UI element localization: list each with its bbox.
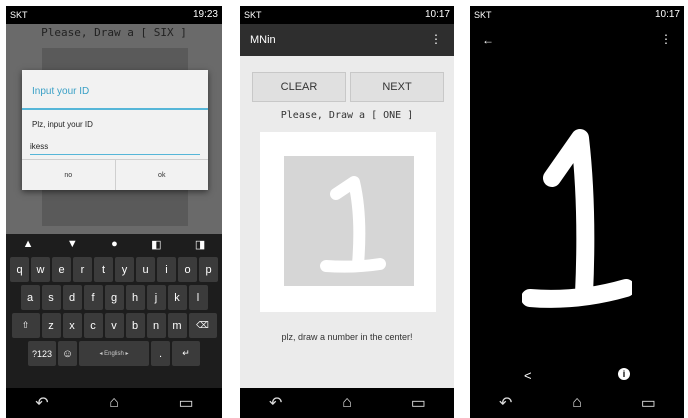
soft-keyboard: ▲ ▼ ● ◧ ◨ q w e r t y u i o p a s d f g … bbox=[6, 234, 222, 388]
dialog-message: Plz, input your ID bbox=[32, 120, 93, 129]
id-dialog: Input your ID Plz, input your ID no ok bbox=[22, 70, 208, 190]
phone-screen-input-id: SKT 19:23 Please, Draw a [ SIX ] Input y… bbox=[6, 6, 222, 418]
key[interactable]: g bbox=[104, 285, 124, 310]
keyboard-row-3: ⇧ z x c v b n m ⌫ bbox=[6, 313, 222, 338]
backspace-key-icon[interactable]: ⌫ bbox=[188, 313, 217, 338]
system-nav-bar: ↶ ⌂ ▭ bbox=[470, 388, 684, 418]
cursor-right-icon[interactable]: ◨ bbox=[195, 238, 205, 251]
keyboard-row-1: q w e r t y u i o p bbox=[6, 257, 222, 282]
overflow-menu-icon[interactable]: ⋮ bbox=[430, 32, 442, 46]
status-bar: SKT 19:23 bbox=[6, 6, 222, 24]
arrow-left-icon[interactable]: ← bbox=[482, 33, 494, 47]
cursor-left-icon[interactable]: ◧ bbox=[151, 238, 161, 251]
key[interactable]: w bbox=[31, 257, 50, 282]
drawing-canvas[interactable] bbox=[284, 156, 414, 286]
key[interactable]: p bbox=[199, 257, 218, 282]
center-hint: plz, draw a number in the center! bbox=[281, 332, 413, 342]
period-key[interactable]: . bbox=[151, 341, 170, 366]
carrier-label: SKT bbox=[10, 10, 28, 20]
cursor-down-icon[interactable]: ▼ bbox=[67, 238, 78, 250]
draw-prompt: Please, Draw a [ ONE ] bbox=[280, 110, 414, 121]
nav-back-icon[interactable]: ↶ bbox=[27, 393, 57, 413]
key[interactable]: v bbox=[104, 313, 124, 338]
cursor-up-icon[interactable]: ▲ bbox=[23, 238, 34, 250]
nav-back-icon[interactable]: ↶ bbox=[491, 393, 521, 413]
nav-recents-icon[interactable]: ▭ bbox=[171, 393, 201, 413]
key[interactable]: k bbox=[167, 285, 187, 310]
key[interactable]: h bbox=[125, 285, 145, 310]
dot-icon[interactable]: ● bbox=[111, 238, 118, 250]
clock: 10:17 bbox=[424, 9, 450, 20]
clear-button[interactable]: CLEAR bbox=[252, 72, 346, 102]
carrier-label: SKT bbox=[244, 10, 262, 20]
id-input[interactable] bbox=[30, 138, 200, 155]
nav-home-icon[interactable]: ⌂ bbox=[562, 394, 592, 412]
key[interactable]: j bbox=[146, 285, 166, 310]
app-bar: ← ⋮ bbox=[470, 24, 684, 56]
nav-back-icon[interactable]: ↶ bbox=[261, 393, 291, 413]
key[interactable]: o bbox=[178, 257, 197, 282]
share-icon[interactable]: < bbox=[524, 368, 532, 383]
nav-recents-icon[interactable]: ▭ bbox=[633, 393, 663, 413]
key[interactable]: t bbox=[94, 257, 113, 282]
key[interactable]: d bbox=[62, 285, 82, 310]
keyboard-row-4: ?123 ☺ ◂ English ▸ . ↵ bbox=[6, 341, 222, 366]
nav-recents-icon[interactable]: ▭ bbox=[403, 393, 433, 413]
enter-key-icon[interactable]: ↵ bbox=[172, 341, 200, 366]
key[interactable]: m bbox=[167, 313, 187, 338]
space-key[interactable]: ◂ English ▸ bbox=[79, 341, 149, 366]
emoji-key-icon[interactable]: ☺ bbox=[58, 341, 77, 366]
key[interactable]: r bbox=[73, 257, 92, 282]
drawing-card bbox=[260, 132, 436, 312]
key[interactable]: b bbox=[125, 313, 145, 338]
keyboard-row-2: a s d f g h j k l bbox=[6, 285, 222, 310]
phone-screen-image-view: SKT 10:17 ← ⋮ < i ↶ ⌂ ▭ bbox=[470, 6, 684, 418]
system-nav-bar: ↶ ⌂ ▭ bbox=[6, 388, 222, 418]
ok-button[interactable]: ok bbox=[114, 160, 209, 190]
clock: 19:23 bbox=[192, 9, 218, 20]
key[interactable]: l bbox=[188, 285, 208, 310]
status-bar: SKT 10:17 bbox=[240, 6, 454, 24]
carrier-label: SKT bbox=[474, 10, 492, 20]
digit-image bbox=[521, 118, 635, 308]
key[interactable]: z bbox=[41, 313, 61, 338]
key[interactable]: i bbox=[157, 257, 176, 282]
drawn-digit-stroke bbox=[320, 176, 386, 273]
key[interactable]: q bbox=[10, 257, 29, 282]
draw-prompt: Please, Draw a [ SIX ] bbox=[41, 26, 187, 39]
key[interactable]: f bbox=[83, 285, 103, 310]
symbols-key[interactable]: ?123 bbox=[28, 341, 56, 366]
app-bar: MNin ⋮ bbox=[240, 24, 454, 56]
app-title: MNin bbox=[250, 34, 276, 46]
nav-home-icon[interactable]: ⌂ bbox=[332, 394, 362, 412]
drawn-digit-image bbox=[521, 129, 635, 308]
system-nav-bar: ↶ ⌂ ▭ bbox=[240, 388, 454, 418]
info-icon[interactable]: i bbox=[618, 368, 630, 380]
status-bar: SKT 10:17 bbox=[470, 6, 684, 24]
key[interactable]: u bbox=[136, 257, 155, 282]
shift-key-icon[interactable]: ⇧ bbox=[11, 313, 40, 338]
clock: 10:17 bbox=[654, 9, 680, 20]
dialog-divider bbox=[22, 108, 208, 110]
key[interactable]: a bbox=[20, 285, 40, 310]
phone-screen-draw-one: SKT 10:17 MNin ⋮ CLEAR NEXT Please, Draw… bbox=[240, 6, 454, 418]
key[interactable]: e bbox=[52, 257, 71, 282]
nav-home-icon[interactable]: ⌂ bbox=[99, 394, 129, 412]
key[interactable]: n bbox=[146, 313, 166, 338]
key[interactable]: y bbox=[115, 257, 134, 282]
key[interactable]: s bbox=[41, 285, 61, 310]
next-button[interactable]: NEXT bbox=[350, 72, 444, 102]
dialog-buttons: no ok bbox=[22, 159, 208, 190]
dialog-title: Input your ID bbox=[32, 86, 90, 97]
key[interactable]: c bbox=[83, 313, 103, 338]
no-button[interactable]: no bbox=[22, 160, 115, 190]
overflow-menu-icon[interactable]: ⋮ bbox=[660, 32, 672, 46]
key[interactable]: x bbox=[62, 313, 82, 338]
image-actions: < i bbox=[470, 366, 684, 386]
keyboard-toolbar: ▲ ▼ ● ◧ ◨ bbox=[6, 234, 222, 254]
